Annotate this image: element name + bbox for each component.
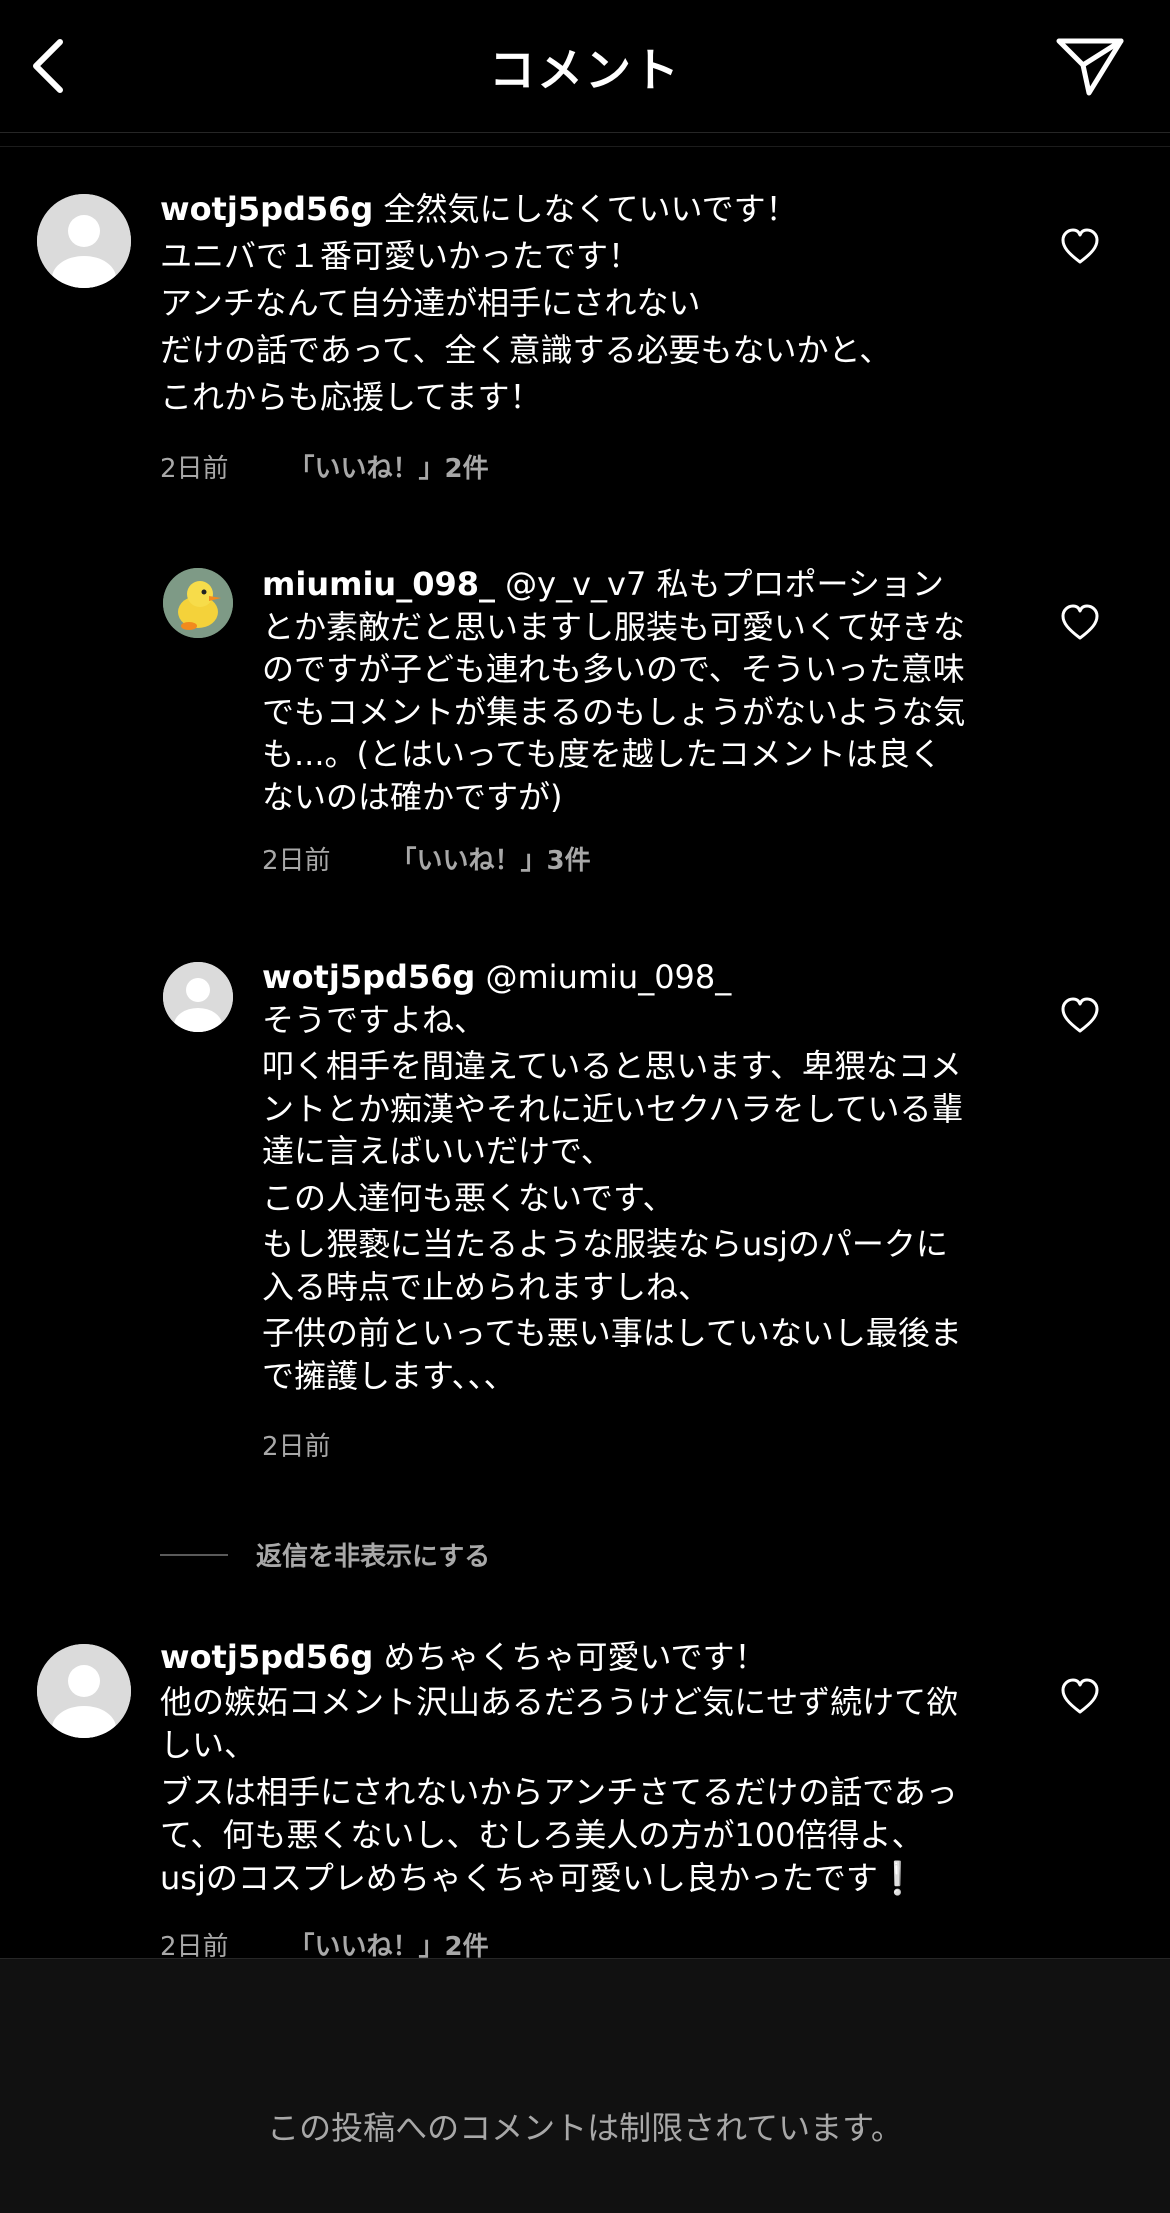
comment-username[interactable]: miumiu_098_	[262, 565, 495, 603]
comment-meta: 2日前 「いいね！」3件	[262, 840, 591, 877]
share-button[interactable]	[1050, 28, 1130, 104]
avatar[interactable]	[163, 962, 233, 1032]
comment-text: wotj5pd56g @miumiu_098_ そうですよね、 叩く相手を間違え…	[262, 958, 964, 1395]
divider	[160, 1553, 228, 1556]
default-avatar-icon	[37, 1644, 131, 1738]
page-title: コメント	[489, 43, 681, 97]
comment-username[interactable]: wotj5pd56g	[160, 190, 373, 228]
comment-time: 2日前	[262, 1432, 331, 1462]
hide-replies-button[interactable]: 返信を非表示にする	[160, 1536, 490, 1573]
comment-text: wotj5pd56g めちゃくちゃ可愛いです！ 他の嫉妬コメント沢山あるだろうけ…	[160, 1638, 959, 1897]
comment-username[interactable]: wotj5pd56g	[160, 1638, 373, 1676]
avatar[interactable]	[37, 1644, 131, 1738]
comment-meta: 2日前 「いいね！」2件	[160, 448, 489, 485]
restricted-notice: この投稿へのコメントは制限されています。	[267, 2109, 903, 2147]
comment-username[interactable]: wotj5pd56g	[262, 958, 475, 996]
top-bar: コメント	[0, 0, 1170, 133]
default-avatar-icon	[163, 962, 233, 1032]
send-icon	[1056, 38, 1124, 96]
comments-restricted-footer: この投稿へのコメントは制限されています。	[0, 1958, 1170, 2213]
likes-count[interactable]: 「いいね！」3件	[391, 840, 591, 877]
comment-text: miumiu_098_ @y_v_v7 私もプロポーション とか素敵だと思います…	[262, 565, 966, 816]
avatar[interactable]	[163, 568, 233, 638]
heart-icon[interactable]	[1060, 227, 1100, 267]
heart-icon[interactable]	[1060, 996, 1100, 1036]
comment-text: wotj5pd56g 全然気にしなくていいです！ ユニバで１番可愛いかったです！…	[160, 190, 892, 416]
likes-count[interactable]: 「いいね！」2件	[289, 448, 489, 485]
comment-time: 2日前	[262, 846, 331, 876]
default-avatar-icon	[37, 194, 131, 288]
comment-meta: 2日前	[262, 1426, 331, 1463]
heart-icon[interactable]	[1060, 603, 1100, 643]
hide-replies-label: 返信を非表示にする	[256, 1542, 491, 1572]
divider	[0, 146, 1170, 147]
comment-time: 2日前	[160, 454, 229, 484]
heart-icon[interactable]	[1060, 1677, 1100, 1717]
duck-avatar-icon	[163, 568, 233, 638]
avatar[interactable]	[37, 194, 131, 288]
